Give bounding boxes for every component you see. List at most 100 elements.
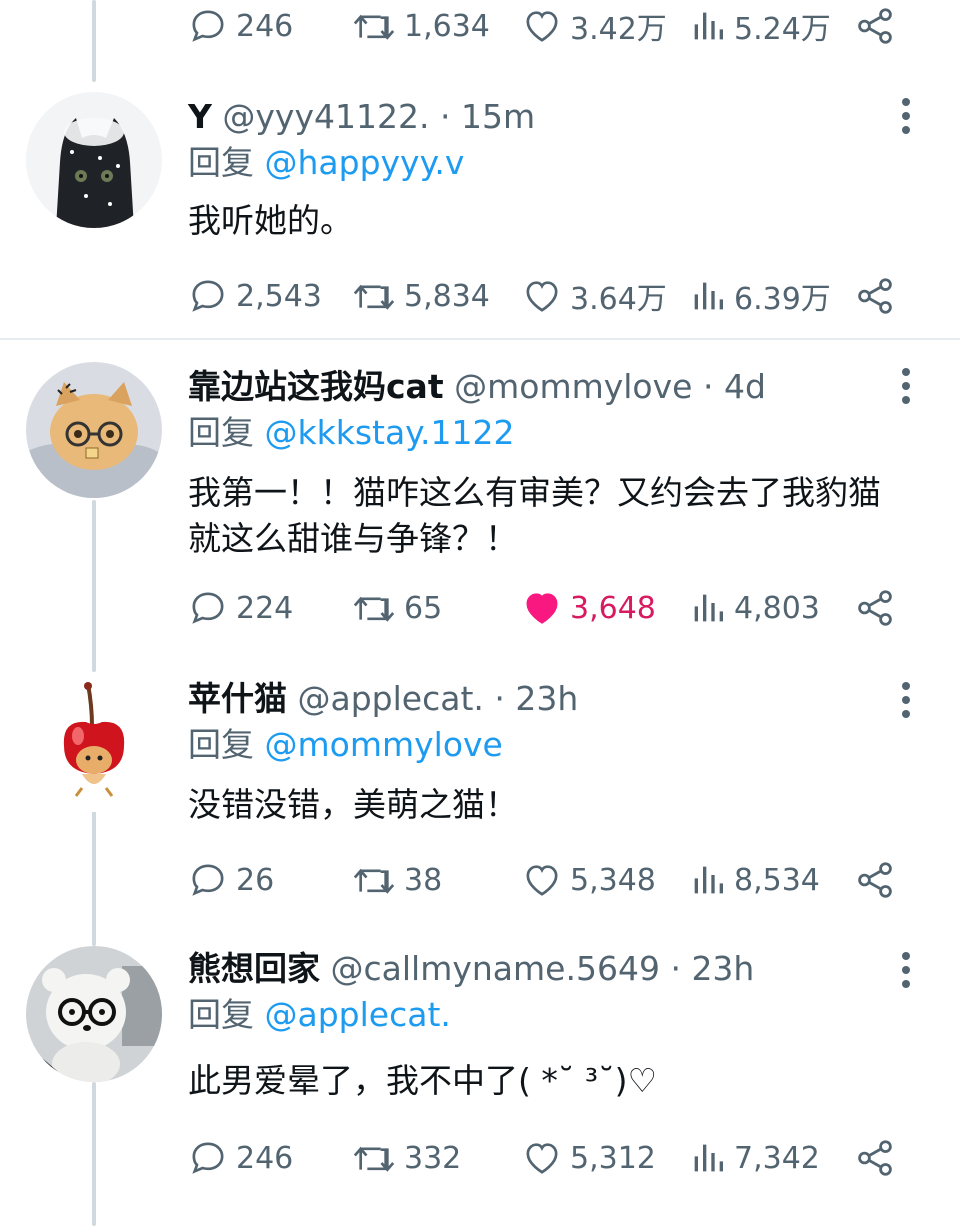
views-button[interactable]: 6.39万 [690,274,831,318]
separator-dot: · [439,97,451,136]
thread-line [92,1082,96,1226]
avatar[interactable] [26,362,162,498]
reply-mention[interactable]: @mommylove [265,725,503,764]
like-button[interactable]: 3.42万 [522,4,667,48]
reply-icon [192,10,224,42]
user-handle[interactable]: @yyy41122. [222,97,429,136]
views-button[interactable]: 8,534 [690,858,820,902]
more-button[interactable] [896,368,916,404]
action-bar: 224 65 3,648 4,803 [188,586,908,630]
reply-to-line: 回复 @mommylove [188,722,503,768]
reply-button[interactable]: 26 [188,858,274,902]
thread-line [92,0,96,82]
timestamp[interactable]: 23h [515,679,578,718]
retweet-count: 38 [404,862,443,898]
share-button[interactable] [854,4,896,48]
like-icon [526,865,558,896]
reply-icon [192,864,224,896]
timestamp[interactable]: 15m [461,97,535,136]
views-count: 4,803 [734,590,820,626]
like-button[interactable]: 5,312 [522,1136,656,1180]
like-icon-filled [526,593,558,624]
retweet-button[interactable]: 332 [352,1136,461,1180]
views-icon [694,866,723,894]
reply-button[interactable]: 2,543 [188,274,322,318]
like-icon [526,281,558,312]
views-count: 8,534 [734,862,820,898]
reply-prefix: 回复 [188,413,254,452]
separator-dot: · [670,949,681,988]
retweet-count: 332 [404,1140,462,1176]
reply-button[interactable]: 246 [188,1136,293,1180]
views-button[interactable]: 7,342 [690,1136,820,1180]
separator-dot: · [494,679,505,718]
reply-icon [192,280,224,312]
more-icon [902,682,910,690]
user-handle[interactable]: @mommylove [454,367,692,406]
tweet-header: 熊想回家 @callmyname.5649 · 23h [188,946,754,992]
timestamp[interactable]: 4d [724,367,766,406]
reply-count: 246 [236,8,294,44]
like-count: 5,312 [570,1140,656,1176]
share-button[interactable] [854,858,896,902]
reply-count: 246 [236,1140,294,1176]
like-count: 3,648 [570,590,656,626]
display-name[interactable]: Y [188,97,212,136]
tweet-header: 靠边站这我妈cat @mommylove · 4d [188,364,766,410]
like-count: 3.64万 [570,282,667,317]
views-icon [694,282,723,310]
user-handle[interactable]: @callmyname.5649 [331,949,660,988]
share-icon [858,862,892,898]
action-bar: 246 332 5,312 7,342 [188,1136,908,1180]
user-handle[interactable]: @applecat. [298,679,484,718]
views-icon [694,1144,723,1172]
reply-prefix: 回复 [188,725,254,764]
reply-prefix: 回复 [188,995,254,1034]
reply-mention[interactable]: @applecat. [265,995,451,1034]
tweet-text: 我第一！！猫咋这么有审美？又约会去了我豹猫就这么甜谁与争锋？！ [188,473,881,558]
views-icon [694,594,723,622]
timestamp[interactable]: 23h [691,949,754,988]
avatar[interactable] [26,676,162,812]
retweet-button[interactable]: 1,634 [352,4,490,48]
share-button[interactable] [854,1136,896,1180]
retweet-icon [353,14,395,40]
like-icon [526,1143,558,1174]
tweet-header: Y @yyy41122. · 15m [188,94,535,140]
more-icon [902,98,910,106]
display-name[interactable]: 靠边站这我妈cat [188,367,444,406]
display-name[interactable]: 熊想回家 [188,949,320,988]
action-bar: 2,543 5,834 3.64万 6.39万 [188,274,908,318]
retweet-button[interactable]: 5,834 [352,274,490,318]
retweet-button[interactable]: 38 [352,858,442,902]
more-button[interactable] [896,682,916,718]
reply-mention[interactable]: @happyyy.v [265,143,465,182]
views-button[interactable]: 4,803 [690,586,820,630]
share-button[interactable] [854,586,896,630]
more-icon [902,368,910,376]
reply-button[interactable]: 224 [188,586,293,630]
avatar[interactable] [26,946,162,1082]
more-button[interactable] [896,98,916,134]
views-count: 7,342 [734,1140,820,1176]
like-button[interactable]: 5,348 [522,858,656,902]
reply-button[interactable]: 246 [188,4,293,48]
more-button[interactable] [896,952,916,988]
divider [0,338,960,340]
reply-mention[interactable]: @kkkstay.1122 [265,413,515,452]
share-button[interactable] [854,274,896,318]
thread-line [92,500,96,672]
tweet-text: 没错没错，美萌之猫！ [188,785,518,824]
views-button[interactable]: 5.24万 [690,4,831,48]
retweet-icon [353,596,395,622]
action-bar: 26 38 5,348 8,534 [188,858,908,902]
like-button[interactable]: 3,648 [522,586,656,630]
display-name[interactable]: 苹什猫 [188,679,287,718]
share-icon [858,590,892,626]
avatar[interactable] [26,92,162,228]
share-icon [858,1140,892,1176]
like-button[interactable]: 3.64万 [522,274,667,318]
reply-count: 2,543 [236,278,322,314]
retweet-count: 5,834 [404,278,490,314]
retweet-button[interactable]: 65 [352,586,442,630]
